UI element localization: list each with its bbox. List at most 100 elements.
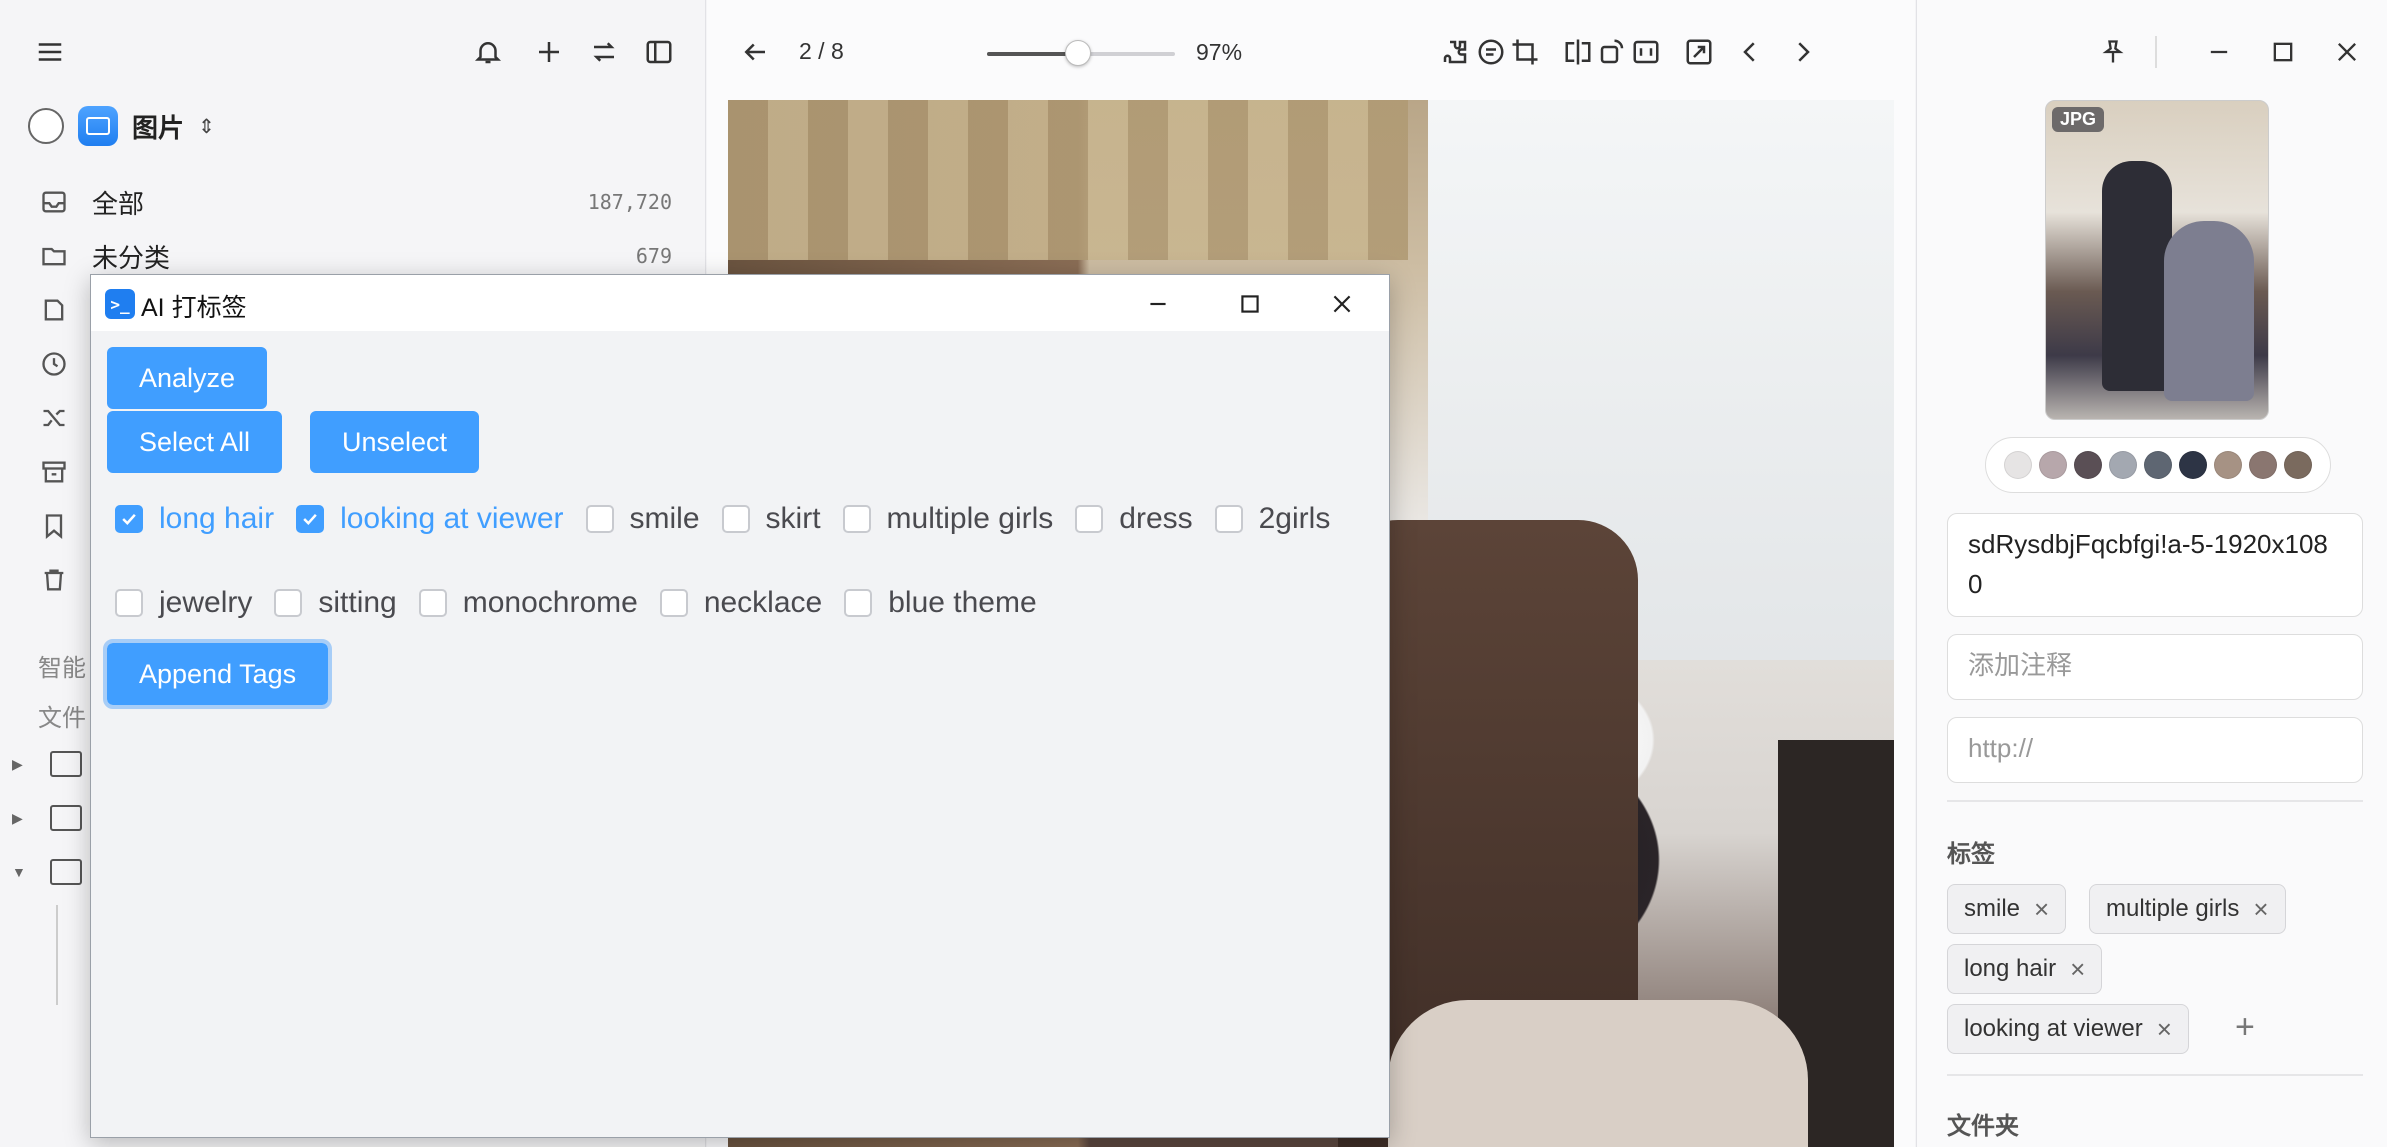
- rotate-icon[interactable]: [1594, 34, 1630, 70]
- dialog-titlebar[interactable]: >_ AI 打标签: [91, 275, 1389, 331]
- tag-option-label: multiple girls: [886, 502, 1054, 535]
- tag-option-label: monochrome: [462, 586, 638, 619]
- chevron-right-icon[interactable]: ▶: [12, 756, 28, 773]
- remove-tag-icon[interactable]: ×: [2034, 894, 2049, 925]
- remove-tag-icon[interactable]: ×: [2253, 894, 2268, 925]
- tag-chip[interactable]: long hair ×: [1947, 944, 2103, 994]
- nav-count: 187,720: [587, 190, 672, 214]
- tag-option[interactable]: jewelry: [115, 586, 252, 620]
- tags-heading: 标签: [1947, 841, 1995, 868]
- tag-option[interactable]: looking at viewer: [296, 502, 564, 536]
- swap-icon[interactable]: [584, 32, 624, 72]
- checkbox[interactable]: [659, 589, 688, 617]
- checkbox[interactable]: [274, 589, 303, 617]
- chevron-down-icon[interactable]: ▼: [12, 864, 28, 880]
- maximize-icon[interactable]: [1233, 287, 1267, 321]
- select-circle[interactable]: [28, 108, 64, 144]
- color-swatch[interactable]: [2074, 451, 2102, 479]
- chevron-right-icon[interactable]: [1785, 34, 1821, 70]
- remove-tag-icon[interactable]: ×: [2070, 954, 2085, 985]
- close-icon[interactable]: [2329, 34, 2365, 70]
- chevron-right-icon[interactable]: ▶: [12, 810, 28, 827]
- note-field[interactable]: 添加注释: [1947, 634, 2363, 700]
- checkbox[interactable]: [844, 589, 873, 617]
- nav-count: 679: [635, 244, 672, 268]
- tag-label: looking at viewer: [1964, 1015, 2143, 1042]
- checkbox[interactable]: [721, 505, 750, 533]
- zoom-slider[interactable]: [987, 40, 1175, 66]
- append-tags-button[interactable]: Append Tags: [102, 639, 333, 709]
- select-all-button[interactable]: Select All: [107, 411, 283, 473]
- actual-size-icon[interactable]: [1628, 34, 1664, 70]
- fit-screen-icon[interactable]: [1681, 34, 1717, 70]
- color-swatch[interactable]: [2179, 451, 2207, 479]
- color-swatch[interactable]: [2249, 451, 2277, 479]
- checkbox-checked[interactable]: [115, 505, 143, 533]
- chevron-updown-icon: ⇕: [198, 115, 215, 138]
- tag-option[interactable]: skirt: [721, 502, 821, 536]
- pin-icon[interactable]: [2095, 34, 2131, 70]
- close-icon[interactable]: [1325, 287, 1359, 321]
- thumbnail[interactable]: JPG: [2045, 100, 2269, 420]
- url-field[interactable]: http://: [1947, 717, 2363, 783]
- chevron-left-icon[interactable]: [1732, 34, 1768, 70]
- zoom-slider-thumb[interactable]: [1065, 40, 1092, 66]
- plugin-icon[interactable]: [1437, 34, 1473, 70]
- tag-option[interactable]: multiple girls: [842, 502, 1054, 536]
- checkbox[interactable]: [1214, 505, 1243, 533]
- add-tag-button[interactable]: +: [2235, 1008, 2255, 1047]
- minimize-icon[interactable]: [2201, 34, 2237, 70]
- bell-icon[interactable]: [468, 32, 508, 72]
- terminal-app-icon: >_: [105, 289, 135, 319]
- back-arrow-icon[interactable]: [737, 34, 773, 70]
- color-swatch[interactable]: [2144, 451, 2172, 479]
- checkbox[interactable]: [1075, 505, 1104, 533]
- tag-option[interactable]: 2girls: [1214, 502, 1330, 536]
- library-switcher[interactable]: 图片 ⇕: [28, 106, 215, 146]
- folder-open-icon: [50, 859, 82, 885]
- color-swatch[interactable]: [2109, 451, 2137, 479]
- bookmark-icon: [38, 510, 70, 542]
- folder-row[interactable]: ▶: [12, 742, 82, 786]
- checkbox[interactable]: [115, 589, 143, 617]
- menu-icon[interactable]: [30, 32, 70, 72]
- tag-option[interactable]: sitting: [274, 586, 397, 620]
- checkbox-checked[interactable]: [296, 505, 325, 533]
- library-name: 图片: [132, 112, 185, 143]
- color-swatch[interactable]: [2284, 451, 2312, 479]
- color-swatch[interactable]: [2214, 451, 2242, 479]
- crop-icon[interactable]: [1507, 34, 1543, 70]
- tag-chip[interactable]: looking at viewer ×: [1947, 1004, 2189, 1054]
- color-swatch[interactable]: [2004, 451, 2032, 479]
- add-icon[interactable]: [529, 32, 569, 72]
- flip-icon[interactable]: [1560, 34, 1596, 70]
- filename-field[interactable]: sdRysdbjFqcbfgi!a-5-1920x1080: [1947, 513, 2363, 617]
- checkbox[interactable]: [585, 505, 614, 533]
- tag-option[interactable]: monochrome: [418, 586, 638, 620]
- tag-chip[interactable]: multiple girls ×: [2089, 884, 2286, 934]
- remove-tag-icon[interactable]: ×: [2157, 1014, 2172, 1045]
- color-swatch[interactable]: [2039, 451, 2067, 479]
- tag-option[interactable]: long hair: [115, 502, 274, 536]
- tag-option[interactable]: necklace: [659, 586, 822, 620]
- checkbox[interactable]: [842, 505, 871, 533]
- nav-item-uncategorized[interactable]: 未分类 679: [38, 232, 672, 280]
- comment-icon[interactable]: [1473, 34, 1509, 70]
- tag-option[interactable]: smile: [585, 502, 700, 536]
- tag-option[interactable]: blue theme: [844, 586, 1037, 620]
- unselect-button[interactable]: Unselect: [310, 411, 480, 473]
- tag-option[interactable]: dress: [1075, 502, 1193, 536]
- nav-item-all[interactable]: 全部 187,720: [38, 178, 672, 226]
- checkbox[interactable]: [418, 589, 447, 617]
- tag-chip[interactable]: smile ×: [1947, 884, 2067, 934]
- format-badge: JPG: [2052, 107, 2105, 132]
- maximize-icon[interactable]: [2265, 34, 2301, 70]
- folder-row[interactable]: ▼: [12, 850, 82, 894]
- minimize-icon[interactable]: [1141, 287, 1175, 321]
- analyze-button[interactable]: Analyze: [107, 347, 268, 409]
- sidebar-toggle-icon[interactable]: [639, 32, 679, 72]
- folder-row[interactable]: ▶: [12, 796, 82, 840]
- zoom-label: 97%: [1196, 39, 1243, 65]
- archive-icon: [38, 456, 70, 488]
- folder-icon: [50, 805, 82, 831]
